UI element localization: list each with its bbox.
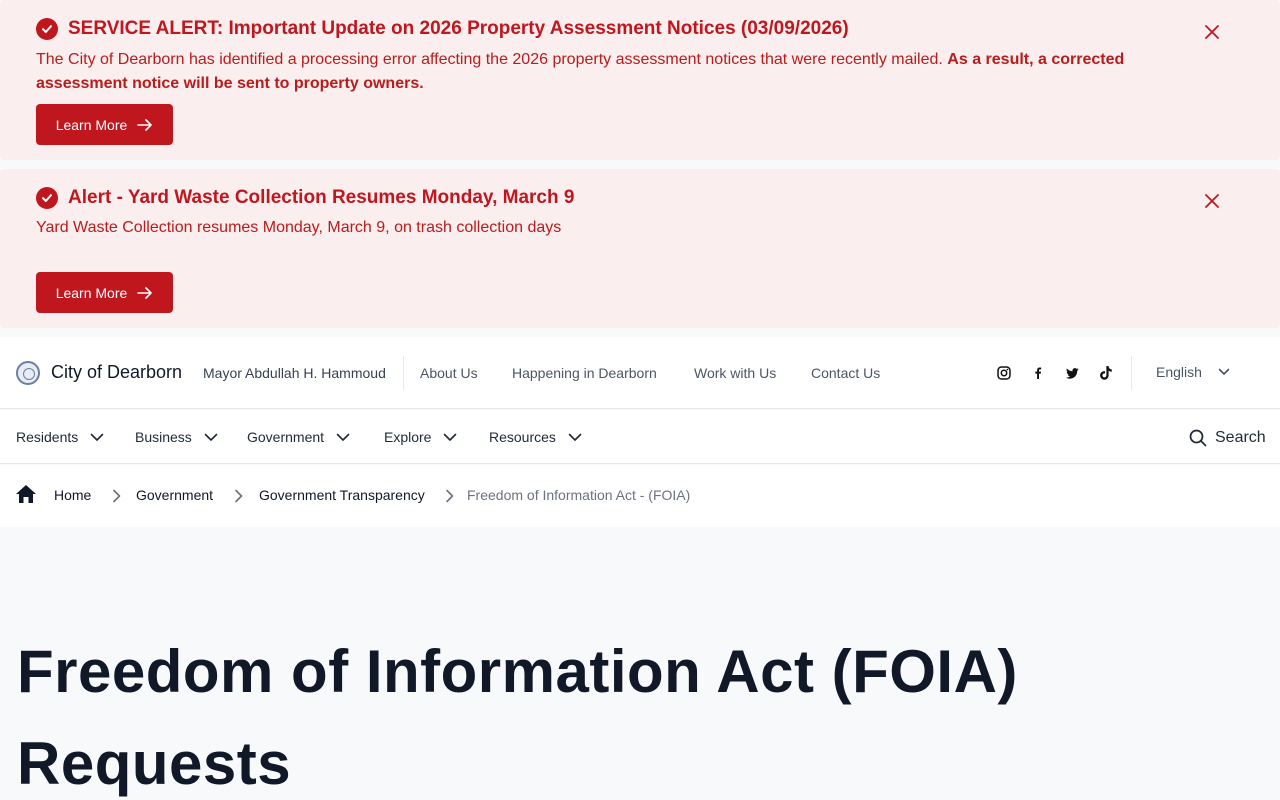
language-label: English [1156,364,1202,380]
header-link-happening[interactable]: Happening in Dearborn [512,365,657,381]
breadcrumb-government-transparency[interactable]: Government Transparency [259,487,425,503]
search-label: Search [1215,429,1266,446]
facebook-icon[interactable] [1029,364,1047,382]
nav-item-label: Explore [384,429,432,445]
close-alert-button[interactable] [1200,20,1224,44]
header-divider [403,356,404,390]
yard-waste-alert-banner: Alert - Yard Waste Collection Resumes Mo… [0,169,1280,328]
learn-more-label: Learn More [55,116,128,133]
header-divider [1131,356,1132,390]
nav-item-business[interactable]: Business [135,429,218,445]
arrow-right-icon [137,286,153,299]
instagram-icon[interactable] [995,364,1013,382]
chevron-down-icon [1218,368,1230,375]
service-alert-banner: SERVICE ALERT: Important Update on 2026 … [0,0,1280,160]
learn-more-button[interactable]: Learn More [36,104,173,145]
arrow-right-icon [137,118,153,131]
chevron-right-icon [113,489,121,503]
tiktok-icon[interactable] [1097,364,1115,382]
breadcrumb-government[interactable]: Government [136,487,213,503]
search-button[interactable]: Search [1189,429,1266,447]
chevron-down-icon [336,433,350,441]
alert-title: SERVICE ALERT: Important Update on 2026 … [36,18,849,40]
nav-item-label: Government [247,429,325,445]
page-title: Freedom of Information Act (FOIA) Reques… [17,638,1018,797]
nav-item-resources[interactable]: Resources [489,429,582,445]
site-name-link[interactable]: City of Dearborn [51,362,182,383]
language-selector[interactable]: English [1156,364,1230,380]
breadcrumb: Home Government Government Transparency … [0,465,1280,527]
twitter-icon[interactable] [1063,364,1081,382]
chevron-right-icon [446,489,454,503]
chevron-right-icon [235,489,243,503]
learn-more-label: Learn More [55,284,128,301]
learn-more-button[interactable]: Learn More [36,272,173,313]
header-link-work-with-us[interactable]: Work with Us [694,365,776,381]
alert-body-text: Yard Waste Collection resumes Monday, Ma… [36,219,562,236]
city-seal-logo[interactable] [16,361,40,385]
nav-item-explore[interactable]: Explore [384,429,457,445]
breadcrumb-home[interactable]: Home [54,487,91,503]
chevron-down-icon [204,433,218,441]
header-link-contact-us[interactable]: Contact Us [811,365,880,381]
close-alert-button[interactable] [1200,189,1224,213]
close-icon [1205,25,1219,39]
chevron-down-icon [90,433,104,441]
alert-title-text: Alert - Yard Waste Collection Resumes Mo… [68,187,575,208]
nav-item-residents[interactable]: Residents [16,429,104,445]
mayor-link[interactable]: Mayor Abdullah H. Hammoud [203,365,386,381]
alert-title-text: SERVICE ALERT: Important Update on 2026 … [68,18,849,39]
nav-item-label: Business [135,429,192,445]
nav-item-government[interactable]: Government [247,429,350,445]
alert-body: The City of Dearborn has identified a pr… [36,48,1216,96]
nav-item-label: Resources [489,429,556,445]
chevron-down-icon [568,433,582,441]
check-circle-icon [36,187,58,209]
alert-title: Alert - Yard Waste Collection Resumes Mo… [36,187,574,209]
nav-item-label: Residents [16,429,79,445]
alert-body-text: The City of Dearborn has identified a pr… [36,51,943,68]
site-header: City of Dearborn Mayor Abdullah H. Hammo… [0,337,1280,409]
close-icon [1205,194,1219,208]
breadcrumb-current-page: Freedom of Information Act - (FOIA) [467,487,691,503]
alert-body: Yard Waste Collection resumes Monday, Ma… [36,216,1216,240]
search-icon [1189,429,1207,447]
chevron-down-icon [444,433,457,441]
check-circle-icon [36,18,58,40]
header-link-about-us[interactable]: About Us [420,365,478,381]
home-icon[interactable] [15,484,37,504]
main-navigation: Residents Business Government Explore Re… [0,410,1280,464]
